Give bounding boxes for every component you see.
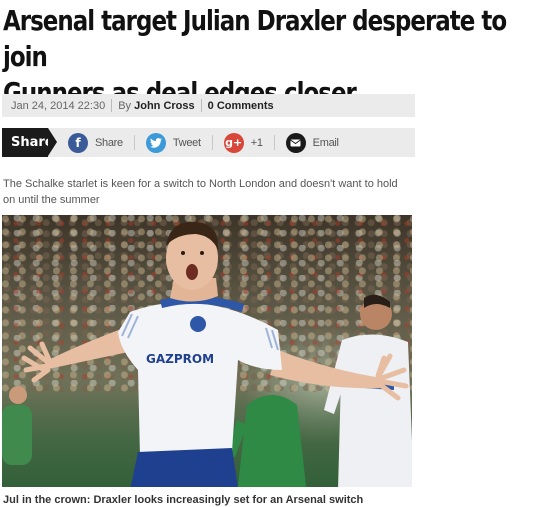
twitter-share-button[interactable]: Tweet [145, 128, 201, 157]
author-link[interactable]: John Cross [134, 100, 195, 112]
publish-date: Jan 24, 2014 22:30 [11, 99, 106, 112]
google-plus-share-button[interactable]: g+ +1 [223, 128, 263, 157]
jersey-sponsor: GAZPROM [146, 352, 214, 366]
comments-label: Comments [216, 99, 274, 112]
share-divider [211, 135, 213, 150]
twitter-share-label: Tweet [172, 136, 201, 149]
article-standfirst: The Schalke starlet is keen for a switch… [3, 176, 415, 208]
email-icon [285, 132, 306, 153]
share-label: Share [2, 128, 57, 157]
byline: By John Cross [112, 100, 200, 112]
email-share-label: Email [312, 136, 339, 149]
photo-caption: Jul in the crown: Draxler looks increasi… [3, 494, 364, 506]
article-meta-bar: Jan 24, 2014 22:30 By John Cross 0 Comme… [2, 94, 415, 117]
twitter-icon [145, 132, 166, 153]
google-plus-icon: g+ [223, 132, 244, 153]
comments-count: 0 [207, 99, 214, 112]
share-bar: Share f Share Tweet g+ +1 Email [2, 128, 415, 157]
facebook-share-button[interactable]: f Share [68, 128, 123, 157]
google-plus-share-label: +1 [250, 136, 263, 149]
email-share-button[interactable]: Email [285, 128, 339, 157]
standfirst-line-2: on until the summer [3, 194, 100, 206]
article-photo: GAZPROM [2, 215, 412, 487]
share-divider [133, 135, 135, 150]
facebook-share-label: Share [95, 136, 123, 149]
share-divider [273, 135, 275, 150]
headline-line-1: Arsenal target Julian Draxler desperate … [3, 4, 507, 73]
byline-prefix: By [118, 99, 132, 112]
comments-link[interactable]: 0 Comments [202, 100, 274, 112]
celebrating-player: GAZPROM [21, 221, 409, 487]
facebook-icon: f [68, 132, 88, 153]
standfirst-line-1: The Schalke starlet is keen for a switch… [3, 178, 398, 190]
